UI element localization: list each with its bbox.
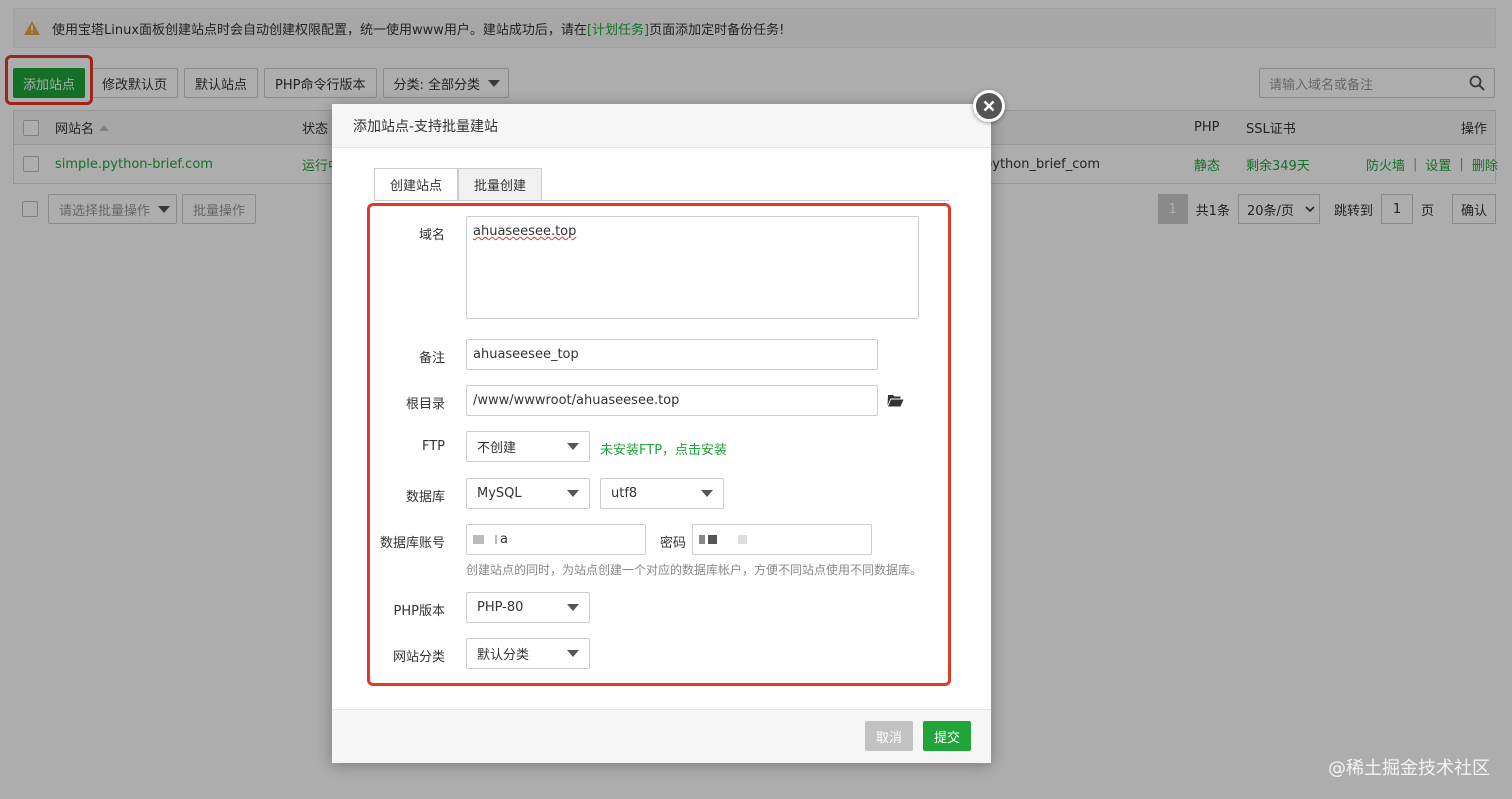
close-dialog-button[interactable]	[973, 90, 1005, 122]
dialog-tabs: 创建站点 批量创建	[374, 168, 543, 201]
dialog-footer: 取消 提交	[332, 709, 991, 763]
tab-batch-create[interactable]: 批量创建	[458, 168, 543, 201]
dialog-title: 添加站点-支持批量建站	[332, 104, 991, 148]
cancel-button[interactable]: 取消	[865, 721, 914, 751]
tab-divider	[374, 200, 949, 201]
add-site-dialog: 添加站点-支持批量建站 创建站点 批量创建 域名 ahuaseesee.top …	[332, 104, 991, 763]
close-icon	[983, 100, 995, 112]
submit-button[interactable]: 提交	[923, 721, 972, 751]
tab-create-site[interactable]: 创建站点	[374, 168, 459, 201]
form-highlight	[367, 203, 951, 686]
watermark: @稀土掘金技术社区	[1328, 758, 1490, 779]
